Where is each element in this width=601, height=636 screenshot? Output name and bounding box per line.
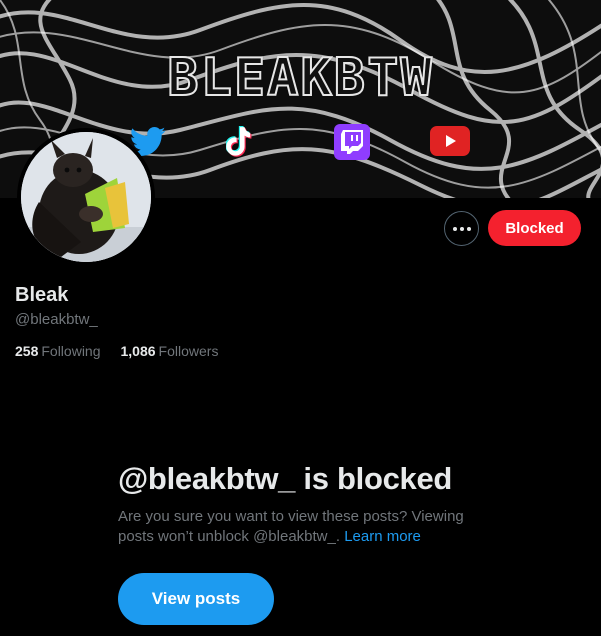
banner-title: BLEAKBTW bbox=[166, 47, 434, 109]
youtube-icon bbox=[430, 126, 470, 156]
twitch-icon bbox=[334, 124, 370, 160]
followers-label: Followers bbox=[158, 343, 219, 359]
followers-count: 1,086 bbox=[120, 343, 156, 359]
blocked-notice-title: @bleakbtw_ is blocked bbox=[118, 461, 453, 496]
following-label: Following bbox=[41, 343, 101, 359]
profile-display-name: Bleak bbox=[15, 284, 69, 306]
tiktok-icon bbox=[222, 124, 258, 160]
avatar-bat-photo bbox=[21, 132, 151, 262]
more-options-button[interactable] bbox=[444, 211, 479, 246]
profile-handle: @bleakbtw_ bbox=[15, 311, 98, 328]
blocked-button[interactable]: Blocked bbox=[488, 210, 581, 246]
followers-link[interactable]: 1,086 Followers bbox=[121, 343, 219, 359]
blocked-notice-description: Are you sure you want to view these post… bbox=[118, 507, 498, 547]
more-icon bbox=[452, 226, 457, 231]
following-link[interactable]: 258 Following bbox=[15, 343, 101, 359]
following-count: 258 bbox=[15, 343, 39, 359]
avatar[interactable] bbox=[17, 128, 155, 266]
profile-stats: 258 Following 1,086 Followers bbox=[15, 343, 218, 359]
view-posts-button[interactable]: View posts bbox=[118, 573, 274, 625]
learn-more-link[interactable]: Learn more bbox=[344, 528, 421, 545]
